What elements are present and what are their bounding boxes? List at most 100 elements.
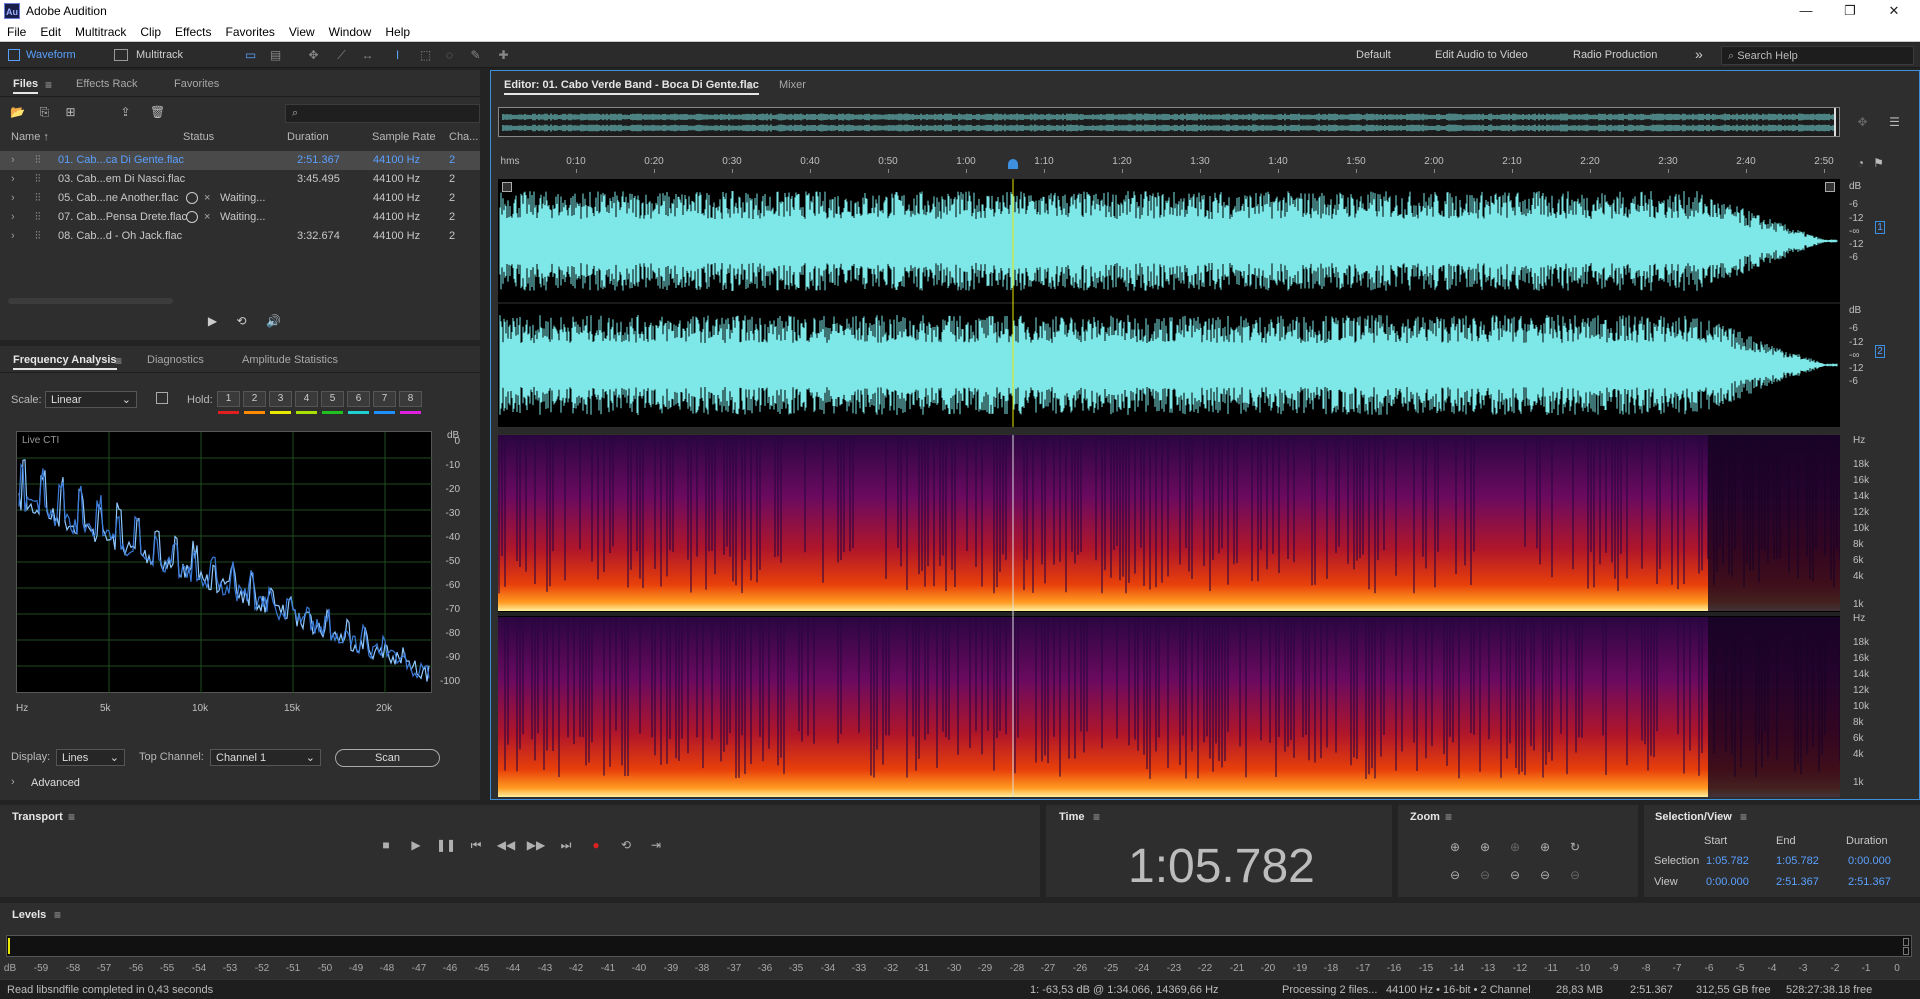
move-tool-icon[interactable]: ✥ [306, 48, 321, 62]
more-workspaces-icon[interactable]: » [1695, 46, 1703, 62]
selection-end[interactable]: 1:05.782 [1776, 855, 1819, 867]
menu-help[interactable]: Help [378, 22, 417, 39]
minimize-icon[interactable]: — [1784, 1, 1828, 21]
new-file-icon[interactable]: ⊞ [63, 105, 78, 119]
zoom-in-time-icon[interactable]: ⊕ [1475, 837, 1495, 857]
loop-playback-icon[interactable]: ⟲ [616, 835, 636, 855]
marquee-tool-icon[interactable]: ⬚ [418, 48, 433, 62]
workspace-radio-production[interactable]: Radio Production [1573, 49, 1657, 61]
column-status[interactable]: Status [183, 131, 214, 143]
marker-icon[interactable]: ⚑ [1871, 156, 1886, 170]
waveform-corner-icon[interactable] [1825, 182, 1835, 192]
menu-view[interactable]: View [282, 22, 322, 39]
time-ruler[interactable]: hms 0:10 0:20 0:30 0:40 0:50 1:00 1:10 1:20 1:30 1… [498, 153, 1834, 173]
spot-healing-tool-icon[interactable]: ✚ [496, 48, 511, 62]
column-duration[interactable]: Duration [287, 131, 329, 143]
time-selection-tool-icon[interactable]: I [390, 48, 405, 62]
spectral-display-icon[interactable]: ▤ [268, 48, 283, 62]
channel-number-badge[interactable]: 2 [1875, 345, 1885, 358]
view-start[interactable]: 0:00.000 [1706, 876, 1749, 888]
workspace-default[interactable]: Default [1356, 49, 1391, 61]
hold-button-3[interactable]: 3 [269, 391, 292, 407]
cancel-icon[interactable]: × [204, 211, 210, 223]
menu-multitrack[interactable]: Multitrack [68, 22, 133, 39]
levels-menu-icon[interactable]: ≡ [54, 908, 61, 922]
zoom-out-time-icon[interactable]: ⊖ [1475, 865, 1495, 885]
tab-files[interactable]: Files [3, 70, 48, 96]
top-channel-select[interactable]: Channel 1 ⌄ [210, 749, 321, 766]
expand-chevron-icon[interactable]: › [11, 211, 15, 223]
view-end[interactable]: 2:51.367 [1776, 876, 1819, 888]
close-icon[interactable]: ✕ [1872, 1, 1916, 21]
expand-chevron-icon[interactable]: › [11, 173, 15, 185]
channel-number-badge[interactable]: 1 [1875, 221, 1885, 234]
menu-favorites[interactable]: Favorites [219, 22, 282, 39]
insert-into-multitrack-icon[interactable]: ⇪ [118, 105, 133, 119]
time-menu-icon[interactable]: ≡ [1093, 810, 1100, 824]
fast-forward-icon[interactable]: ▶▶ [526, 835, 546, 855]
zoom-selection-icon[interactable]: ⊖ [1505, 865, 1525, 885]
lasso-tool-icon[interactable]: ◌ [442, 48, 457, 62]
next-icon[interactable]: ⏭ [556, 835, 576, 855]
advanced-chevron-icon[interactable]: › [11, 776, 15, 788]
tab-amplitude-statistics[interactable]: Amplitude Statistics [232, 346, 348, 372]
stop-icon[interactable]: ■ [376, 835, 396, 855]
file-row[interactable]: › ⫶⫶ 03. Cab...em Di Nasci.flac 3:45.495 441… [0, 170, 480, 189]
waveform-view[interactable] [498, 179, 1840, 427]
workspace-edit-audio-to-video[interactable]: Edit Audio to Video [1435, 49, 1528, 61]
play-icon[interactable]: ▶ [406, 835, 426, 855]
zoom-navigator-icon[interactable]: ✥ [1855, 115, 1870, 129]
pause-icon[interactable]: ❚❚ [436, 835, 456, 855]
view-splitter[interactable] [498, 428, 1840, 434]
hold-button-7[interactable]: 7 [373, 391, 396, 407]
scale-select[interactable]: Linear ⌄ [45, 391, 137, 408]
open-file-icon[interactable]: 📂 [10, 105, 25, 119]
hold-button-2[interactable]: 2 [243, 391, 266, 407]
zoom-out-freq-icon[interactable]: ⊖ [1535, 865, 1555, 885]
file-row[interactable]: › ⫶⫶ 08. Cab...d - Oh Jack.flac 3:32.674 441… [0, 227, 480, 246]
menu-effects[interactable]: Effects [168, 22, 218, 39]
column-name[interactable]: Name ↑ [11, 131, 49, 143]
overview-navigator[interactable] [498, 107, 1840, 137]
multitrack-button[interactable]: Multitrack [130, 46, 189, 65]
razor-tool-icon[interactable]: ⟋ [334, 48, 349, 62]
freq-panel-menu-icon[interactable]: ≡ [115, 354, 122, 368]
skip-selection-icon[interactable]: ⇥ [646, 835, 666, 855]
display-select[interactable]: Lines ⌄ [56, 749, 125, 766]
slip-tool-icon[interactable]: ↔ [360, 48, 375, 62]
file-row[interactable]: › ⫶⫶ 01. Cab...ca Di Gente.flac 2:51.367 441… [0, 151, 480, 170]
menu-edit[interactable]: Edit [33, 22, 68, 39]
menu-window[interactable]: Window [322, 22, 379, 39]
tab-effects-rack[interactable]: Effects Rack [66, 70, 148, 96]
zoom-in-amplitude-icon[interactable]: ⊕ [1445, 837, 1465, 857]
column-channels[interactable]: Cha... [449, 131, 478, 143]
transport-menu-icon[interactable]: ≡ [68, 810, 75, 824]
play-preview-icon[interactable]: ▶ [205, 314, 220, 328]
view-duration[interactable]: 2:51.367 [1848, 876, 1891, 888]
spectral-view[interactable] [498, 435, 1841, 797]
selection-duration[interactable]: 0:00.000 [1848, 855, 1891, 867]
selection-start[interactable]: 1:05.782 [1706, 855, 1749, 867]
waveform-button[interactable]: Waveform [20, 46, 82, 65]
brush-tool-icon[interactable]: ✎ [468, 48, 483, 62]
hold-button-5[interactable]: 5 [321, 391, 344, 407]
clip-indicator[interactable] [1903, 947, 1909, 955]
menu-clip[interactable]: Clip [133, 22, 168, 39]
expand-chevron-icon[interactable]: › [11, 192, 15, 204]
copy-graph-icon[interactable] [156, 392, 168, 404]
waveform-corner-icon[interactable] [502, 182, 512, 192]
expand-chevron-icon[interactable]: › [11, 230, 15, 242]
file-row[interactable]: › ⫶⫶ 05. Cab...ne Another.flac × Waiting... 4… [0, 189, 480, 208]
tab-diagnostics[interactable]: Diagnostics [137, 346, 214, 372]
hold-button-8[interactable]: 8 [399, 391, 422, 407]
column-sample-rate[interactable]: Sample Rate [372, 131, 436, 143]
selection-menu-icon[interactable]: ≡ [1740, 810, 1747, 824]
files-scrollbar[interactable] [8, 298, 173, 304]
zoom-in-freq-icon[interactable]: ⊕ [1535, 837, 1555, 857]
panel-options-icon[interactable]: ☰ [1887, 115, 1902, 129]
delete-icon[interactable]: 🗑 [150, 105, 165, 119]
hold-button-6[interactable]: 6 [347, 391, 370, 407]
loop-preview-icon[interactable]: ⟲ [234, 314, 249, 328]
restore-icon[interactable]: ❐ [1828, 1, 1872, 21]
zoom-menu-icon[interactable]: ≡ [1445, 810, 1452, 824]
